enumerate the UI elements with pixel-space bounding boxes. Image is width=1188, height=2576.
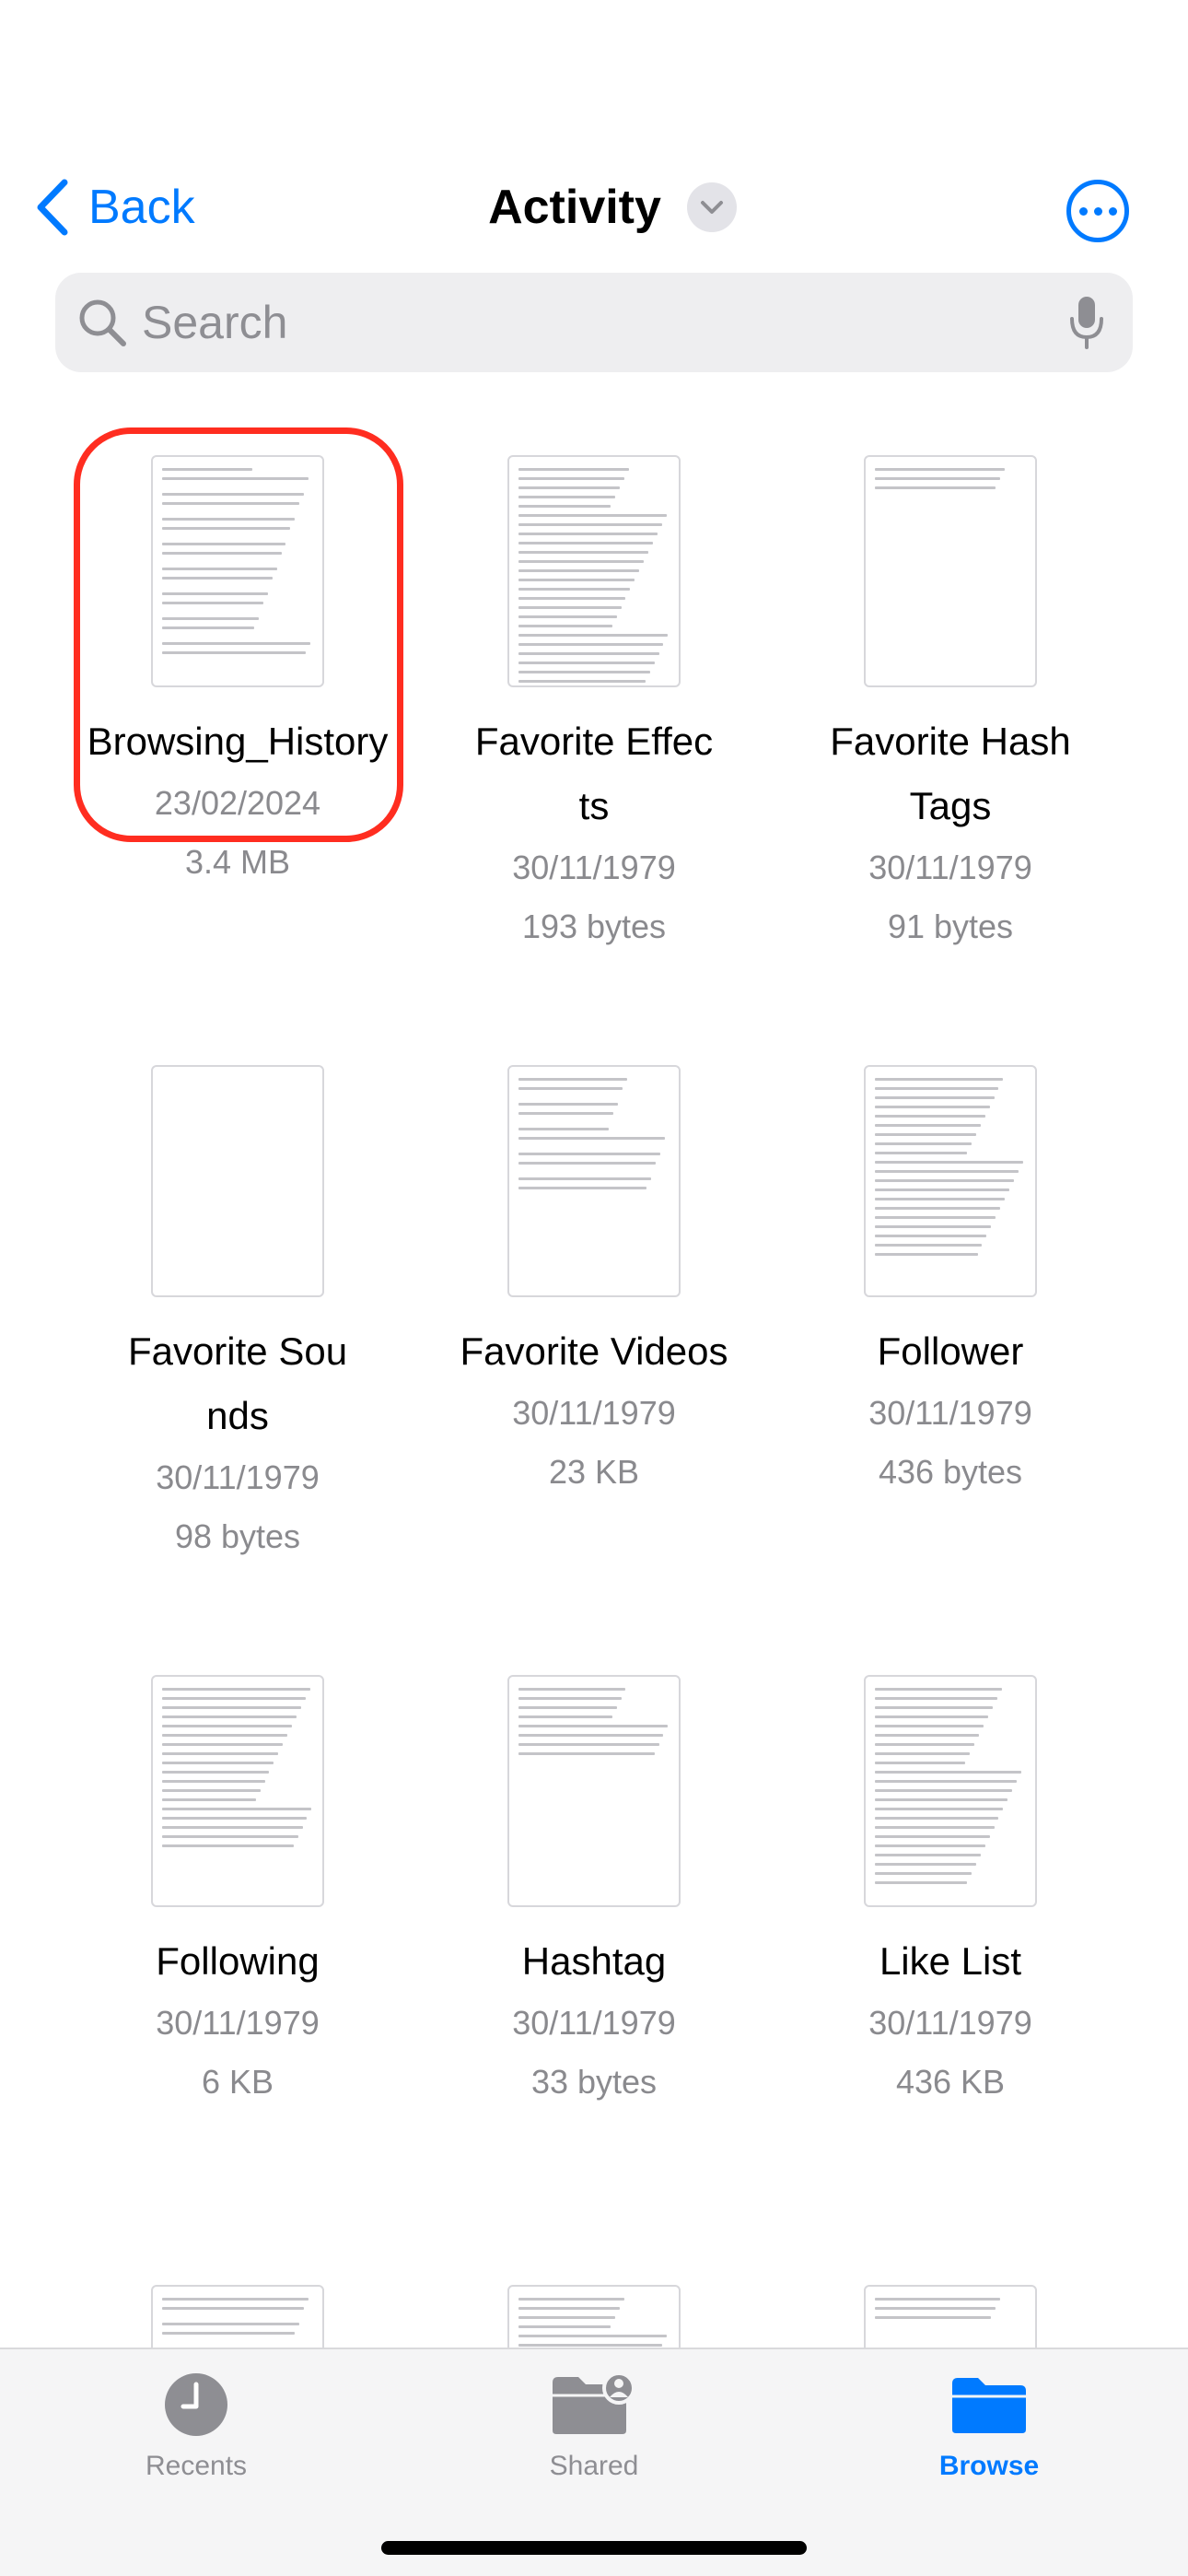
- file-item-like-list[interactable]: Like List 30/11/1979 436 KB: [773, 1644, 1128, 2112]
- file-item-browsing-history[interactable]: Browsing_History 23/02/2024 3.4 MB: [60, 424, 415, 892]
- document-thumbnail: [507, 1065, 681, 1297]
- file-name: Hashtag: [521, 1939, 667, 1983]
- title-menu-button[interactable]: [686, 182, 737, 232]
- tab-label: Shared: [549, 2451, 639, 2481]
- search-input[interactable]: [142, 273, 1068, 372]
- file-size: 436 bytes: [878, 1453, 1023, 1491]
- shared-folder-icon: [553, 2371, 635, 2434]
- file-size: 98 bytes: [174, 1517, 301, 1555]
- file-date: 30/11/1979: [512, 2004, 676, 2042]
- search-icon: [79, 299, 126, 346]
- file-item-favorite-sounds[interactable]: Favorite Sounds 30/11/1979 98 bytes: [60, 1034, 415, 1566]
- microphone-icon[interactable]: [1068, 295, 1105, 350]
- document-thumbnail: [864, 2285, 1037, 2349]
- document-thumbnail: [151, 2285, 324, 2349]
- home-indicator: [381, 2541, 807, 2555]
- file-item[interactable]: [773, 2254, 1128, 2349]
- file-name: Like List: [879, 1939, 1022, 1983]
- clock-icon: [165, 2373, 227, 2436]
- file-item-favorite-videos[interactable]: Favorite Videos 30/11/1979 23 KB: [416, 1034, 772, 1502]
- file-item-hashtag[interactable]: Hashtag 30/11/1979 33 bytes: [416, 1644, 772, 2112]
- file-date: 30/11/1979: [156, 2004, 320, 2042]
- tab-browse[interactable]: Browse: [879, 2368, 1100, 2482]
- file-date: 30/11/1979: [156, 1458, 320, 1496]
- file-size: 6 KB: [201, 2063, 274, 2101]
- document-thumbnail: [864, 1065, 1037, 1297]
- document-thumbnail: [864, 1675, 1037, 1907]
- document-thumbnail: [507, 1675, 681, 1907]
- search-bar[interactable]: [55, 273, 1133, 372]
- file-item-follower[interactable]: Follower 30/11/1979 436 bytes: [773, 1034, 1128, 1502]
- file-item-favorite-hashtags[interactable]: Favorite HashTags 30/11/1979 91 bytes: [773, 424, 1128, 956]
- file-name: Favorite HashTags: [830, 720, 1071, 827]
- navigation-bar: Back Activity: [0, 166, 1188, 249]
- folder-icon: [952, 2378, 1026, 2433]
- document-thumbnail: [864, 455, 1037, 687]
- tab-recents[interactable]: Recents: [86, 2368, 307, 2482]
- file-date: 30/11/1979: [868, 849, 1032, 886]
- file-item[interactable]: [416, 2254, 772, 2349]
- page-title: Activity: [488, 181, 661, 234]
- document-thumbnail: [151, 1675, 324, 1907]
- file-item-favorite-effects[interactable]: Favorite Effects 30/11/1979 193 bytes: [416, 424, 772, 956]
- file-name: Follower: [877, 1329, 1024, 1373]
- file-item-following[interactable]: Following 30/11/1979 6 KB: [60, 1644, 415, 2112]
- title-group: Activity: [0, 166, 1188, 249]
- tab-shared[interactable]: Shared: [483, 2368, 705, 2482]
- file-item[interactable]: [60, 2254, 415, 2349]
- file-size: 33 bytes: [530, 2063, 658, 2101]
- file-grid: Browsing_History 23/02/2024 3.4 MB Favor…: [0, 424, 1188, 2349]
- file-date: 30/11/1979: [512, 1394, 676, 1432]
- file-date: 30/11/1979: [868, 1394, 1032, 1432]
- document-thumbnail: [151, 455, 324, 687]
- chevron-down-icon: [700, 201, 723, 214]
- file-date: 23/02/2024: [154, 784, 321, 822]
- document-thumbnail: [507, 455, 681, 687]
- file-name: Following: [156, 1939, 320, 1983]
- file-date: 30/11/1979: [868, 2004, 1032, 2042]
- file-name: Browsing_History: [87, 720, 389, 763]
- file-date: 30/11/1979: [512, 849, 676, 886]
- tab-label: Browse: [938, 2451, 1040, 2481]
- file-size: 3.4 MB: [184, 843, 291, 881]
- file-size: 193 bytes: [521, 907, 667, 945]
- document-thumbnail: [507, 2285, 681, 2349]
- ellipsis-icon: [1078, 206, 1088, 216]
- file-name: Favorite Videos: [460, 1329, 728, 1373]
- file-size: 436 KB: [895, 2063, 1006, 2101]
- file-name: Favorite Sounds: [127, 1329, 348, 1437]
- file-name: Favorite Effects: [474, 720, 714, 827]
- tab-label: Recents: [145, 2451, 248, 2481]
- file-size: 91 bytes: [887, 907, 1014, 945]
- more-options-button[interactable]: [1066, 180, 1129, 242]
- document-thumbnail: [151, 1065, 324, 1297]
- file-size: 23 KB: [548, 1453, 640, 1491]
